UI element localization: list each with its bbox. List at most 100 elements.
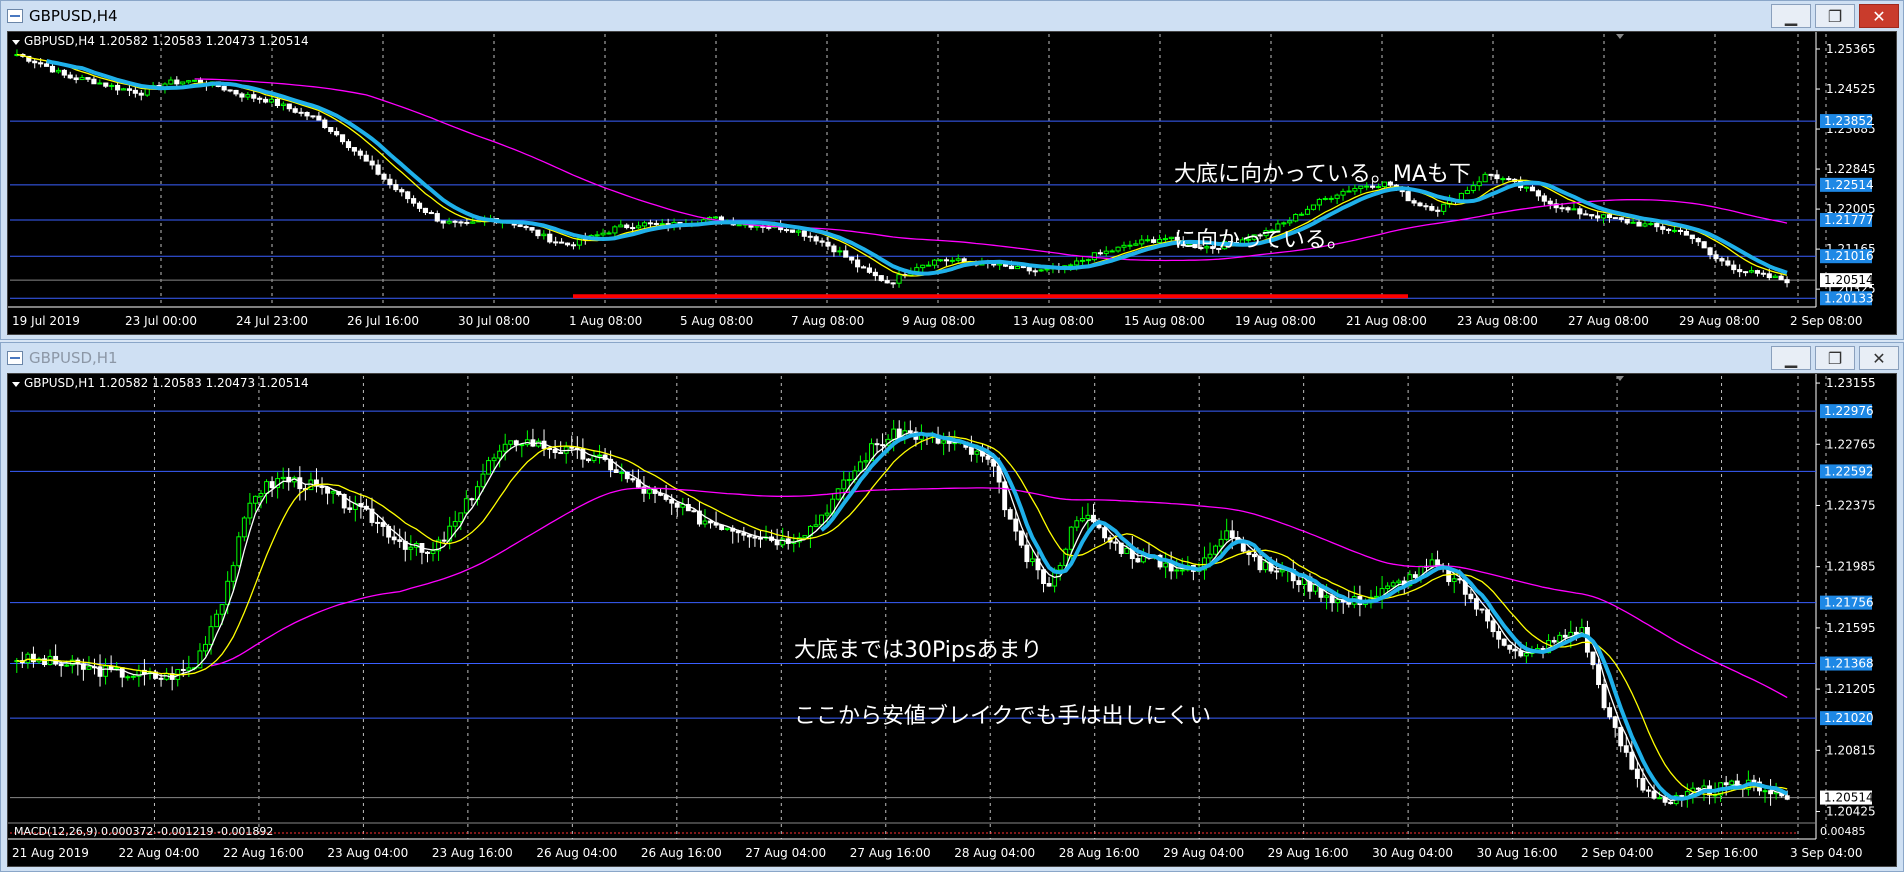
candle-body bbox=[30, 653, 36, 663]
candle-body bbox=[1671, 229, 1678, 232]
candle-body bbox=[1559, 207, 1565, 210]
candle-body bbox=[1476, 181, 1482, 187]
candle-body bbox=[1163, 562, 1169, 568]
candle-body bbox=[612, 226, 618, 234]
candle-body bbox=[126, 88, 133, 91]
annotation-line: 大底までは30Pipsあまり bbox=[794, 638, 1043, 663]
candle-body bbox=[997, 263, 1003, 266]
candle-body bbox=[130, 675, 136, 678]
candle-body bbox=[1512, 648, 1518, 652]
chart-canvas-h1[interactable]: 21 Aug 2019 22 Aug 04:00 22 Aug 16:00 23 Au… bbox=[7, 373, 1897, 867]
candle-body bbox=[1124, 547, 1130, 554]
candle-body bbox=[1618, 217, 1624, 220]
candle-body bbox=[258, 492, 264, 497]
candle-body bbox=[1612, 716, 1618, 728]
time-axis-label: 22 Aug 16:00 bbox=[223, 846, 304, 860]
candle-body bbox=[236, 536, 242, 567]
candle-body bbox=[754, 225, 760, 228]
candle-body bbox=[1374, 595, 1379, 598]
window-titlebar[interactable]: GBPUSD,H1 ▁ ❐ ✕ bbox=[1, 343, 1903, 373]
candle-body bbox=[1624, 218, 1630, 224]
candle-body bbox=[109, 84, 115, 87]
candle-body bbox=[855, 259, 861, 268]
candle-body bbox=[931, 259, 938, 266]
candle-body bbox=[1713, 254, 1719, 260]
candle-body bbox=[491, 457, 497, 462]
price-axis-label: 1.21985 bbox=[1826, 560, 1876, 574]
time-axis-label: 27 Aug 08:00 bbox=[1568, 314, 1649, 328]
candle-body bbox=[55, 69, 61, 73]
candle-body bbox=[1623, 745, 1629, 753]
candle-body bbox=[115, 84, 121, 91]
candle-body bbox=[872, 271, 878, 277]
candle-body bbox=[1754, 270, 1761, 274]
candle-body bbox=[1207, 553, 1213, 559]
chart-annotation: 大底に向かっている。MAも下 に向かっている。 bbox=[1174, 120, 1471, 296]
symbol-dropdown-icon bbox=[12, 40, 20, 45]
candle-body bbox=[849, 256, 855, 261]
candle-body bbox=[1695, 787, 1701, 790]
candle-body bbox=[441, 539, 447, 542]
maximize-button[interactable]: ❐ bbox=[1815, 4, 1855, 28]
candle-body bbox=[430, 550, 436, 554]
candle-body bbox=[132, 89, 138, 94]
candle-body bbox=[298, 111, 304, 114]
window-titlebar[interactable]: GBPUSD,H4 ▁ ❐ ✕ bbox=[1, 1, 1903, 31]
candle-body bbox=[1689, 234, 1695, 240]
candle-body bbox=[1725, 260, 1731, 266]
candle-body bbox=[347, 507, 353, 510]
time-axis-label: 7 Aug 08:00 bbox=[791, 314, 864, 328]
candle-body bbox=[613, 469, 619, 473]
time-axis-label: 29 Aug 16:00 bbox=[1268, 846, 1349, 860]
candle-body bbox=[1057, 564, 1063, 571]
candle-body bbox=[1606, 214, 1613, 219]
candle-body bbox=[702, 520, 708, 525]
candle-body bbox=[304, 111, 310, 117]
candle-body bbox=[653, 222, 659, 225]
time-axis-label: 27 Aug 16:00 bbox=[850, 846, 931, 860]
candle-body bbox=[641, 222, 648, 227]
maximize-button[interactable]: ❐ bbox=[1815, 346, 1855, 370]
candle-body bbox=[1630, 221, 1636, 224]
candle-body bbox=[1135, 558, 1141, 563]
close-button[interactable]: ✕ bbox=[1859, 4, 1899, 28]
candle-body bbox=[1162, 238, 1169, 241]
candle-body bbox=[955, 258, 961, 261]
candle-body bbox=[1029, 558, 1035, 563]
candle-body bbox=[1451, 578, 1457, 583]
candle-body bbox=[857, 461, 863, 472]
candle-body bbox=[1634, 768, 1640, 779]
candle-body bbox=[1523, 652, 1529, 657]
candle-body bbox=[322, 119, 328, 129]
candle-body bbox=[1784, 279, 1790, 284]
candle-body bbox=[239, 93, 245, 98]
candle-body bbox=[440, 220, 446, 224]
level-price-tag-label: 1.21368 bbox=[1824, 657, 1874, 671]
chart-window-h1[interactable]: GBPUSD,H1 ▁ ❐ ✕ 21 Aug 2019 22 Aug 04:00 2… bbox=[0, 342, 1904, 872]
candle-body bbox=[920, 264, 926, 269]
time-axis-label: 28 Aug 16:00 bbox=[1059, 846, 1140, 860]
candle-body bbox=[405, 191, 411, 200]
candle-body bbox=[408, 546, 414, 550]
chart-canvas-h4[interactable]: 19 Jul 2019 23 Jul 00:00 24 Jul 23:00 26 Ju… bbox=[7, 31, 1897, 335]
candle-body bbox=[1729, 780, 1735, 786]
candle-body bbox=[1213, 545, 1219, 555]
close-button[interactable]: ✕ bbox=[1859, 346, 1899, 370]
time-axis-label: 2 Sep 08:00 bbox=[1790, 314, 1862, 328]
candle-body bbox=[1024, 544, 1030, 563]
candle-body bbox=[914, 267, 920, 272]
candle-body bbox=[497, 450, 503, 459]
candle-body bbox=[1041, 569, 1046, 584]
candle-body bbox=[1068, 264, 1074, 267]
candle-body bbox=[943, 259, 949, 262]
candle-body bbox=[674, 502, 680, 508]
candle-body bbox=[422, 207, 429, 213]
candle-body bbox=[961, 258, 967, 263]
candle-body bbox=[801, 230, 807, 237]
minimize-button[interactable]: ▁ bbox=[1771, 346, 1811, 370]
candle-body bbox=[941, 440, 947, 444]
minimize-button[interactable]: ▁ bbox=[1771, 4, 1811, 28]
candle-body bbox=[1091, 252, 1097, 261]
chart-window-h4[interactable]: GBPUSD,H4 ▁ ❐ ✕ 19 Jul 2019 23 Jul 00:00 2… bbox=[0, 0, 1904, 340]
candle-body bbox=[1640, 777, 1646, 791]
